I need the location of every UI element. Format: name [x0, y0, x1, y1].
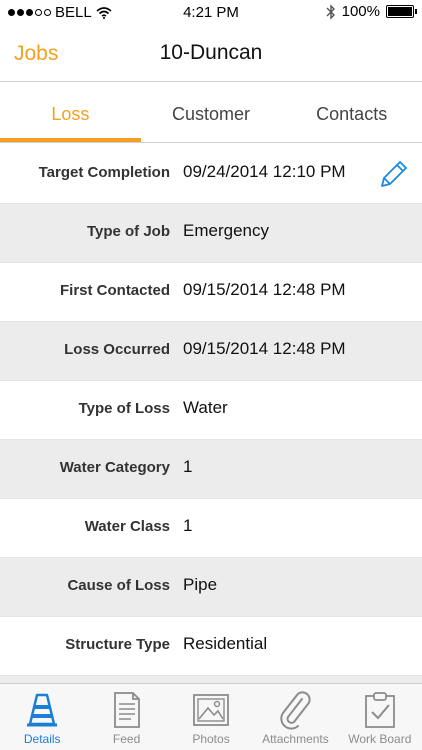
detail-value: 09/24/2014 12:10 PM: [183, 162, 346, 181]
detail-label: Type of Job: [86, 223, 170, 240]
bottom-tab-bar: Details Feed Photos Attachments Work Boa…: [0, 683, 422, 750]
detail-label: Type of Loss: [78, 400, 170, 417]
detail-label: Cause of Loss: [67, 577, 170, 594]
detail-label: Water Class: [84, 518, 170, 535]
detail-value: Pipe: [183, 575, 218, 594]
tab-details[interactable]: Details: [0, 684, 84, 750]
bluetooth-icon: [326, 3, 335, 20]
tab-contacts[interactable]: Contacts: [281, 84, 422, 142]
paperclip-icon: [280, 691, 311, 730]
detail-label: Target Completion: [38, 164, 170, 181]
tab-label: Work Board: [348, 732, 412, 746]
detail-value: 09/15/2014 12:48 PM: [183, 339, 346, 358]
detail-value: Residential: [183, 634, 268, 653]
detail-row-loss-occurred[interactable]: Loss Occurred 09/15/2014 12:48 PM: [0, 322, 422, 381]
detail-value: 1: [183, 516, 193, 535]
battery-icon: [386, 5, 417, 18]
edit-pencil-icon[interactable]: [376, 158, 410, 192]
photo-icon: [193, 694, 229, 726]
tab-customer[interactable]: Customer: [141, 84, 282, 142]
tab-loss[interactable]: Loss: [0, 84, 141, 142]
segment-tabs: Loss Customer Contacts: [0, 84, 422, 142]
page-title: 10-Duncan: [159, 41, 263, 64]
tab-label: Attachments: [262, 732, 329, 746]
detail-row-water-class[interactable]: Water Class 1: [0, 499, 422, 558]
detail-value: 1: [183, 457, 193, 476]
detail-value: Water: [183, 398, 228, 417]
detail-label: Loss Occurred: [64, 341, 170, 358]
clipboard-check-icon: [364, 692, 395, 728]
tab-work-board[interactable]: Work Board: [338, 684, 422, 750]
tabs-divider: [0, 142, 422, 143]
document-icon: [113, 692, 140, 728]
detail-row-type-of-loss[interactable]: Type of Loss Water: [0, 381, 422, 440]
tab-label: Feed: [112, 732, 141, 746]
detail-row-type-of-job[interactable]: Type of Job Emergency: [0, 204, 422, 263]
detail-row-first-contacted[interactable]: First Contacted 09/15/2014 12:48 PM: [0, 263, 422, 322]
status-bar: BELL 4:21 PM 100%: [0, 0, 422, 26]
tab-label: Photos: [192, 732, 230, 746]
detail-row-water-category[interactable]: Water Category 1: [0, 440, 422, 499]
loss-details-list: Target Completion 09/24/2014 12:10 PM Ty…: [0, 145, 422, 735]
battery-percent: 100%: [341, 3, 380, 20]
tab-attachments[interactable]: Attachments: [253, 684, 337, 750]
detail-label: First Contacted: [59, 282, 170, 299]
detail-row-cause-of-loss[interactable]: Cause of Loss Pipe: [0, 558, 422, 617]
detail-value: 09/15/2014 12:48 PM: [183, 280, 346, 299]
detail-label: Structure Type: [65, 636, 170, 653]
tab-feed[interactable]: Feed: [84, 684, 168, 750]
status-right: 100%: [326, 3, 417, 20]
detail-row-target-completion: Target Completion 09/24/2014 12:10 PM: [0, 145, 422, 204]
tab-label: Details: [23, 732, 61, 746]
navigation-bar: Jobs 10-Duncan: [0, 26, 422, 82]
detail-label: Water Category: [59, 459, 170, 476]
detail-value: Emergency: [183, 221, 269, 240]
nav-divider: [0, 81, 422, 82]
tab-photos[interactable]: Photos: [169, 684, 253, 750]
cone-icon: [27, 693, 58, 727]
detail-row-structure-type[interactable]: Structure Type Residential: [0, 617, 422, 676]
